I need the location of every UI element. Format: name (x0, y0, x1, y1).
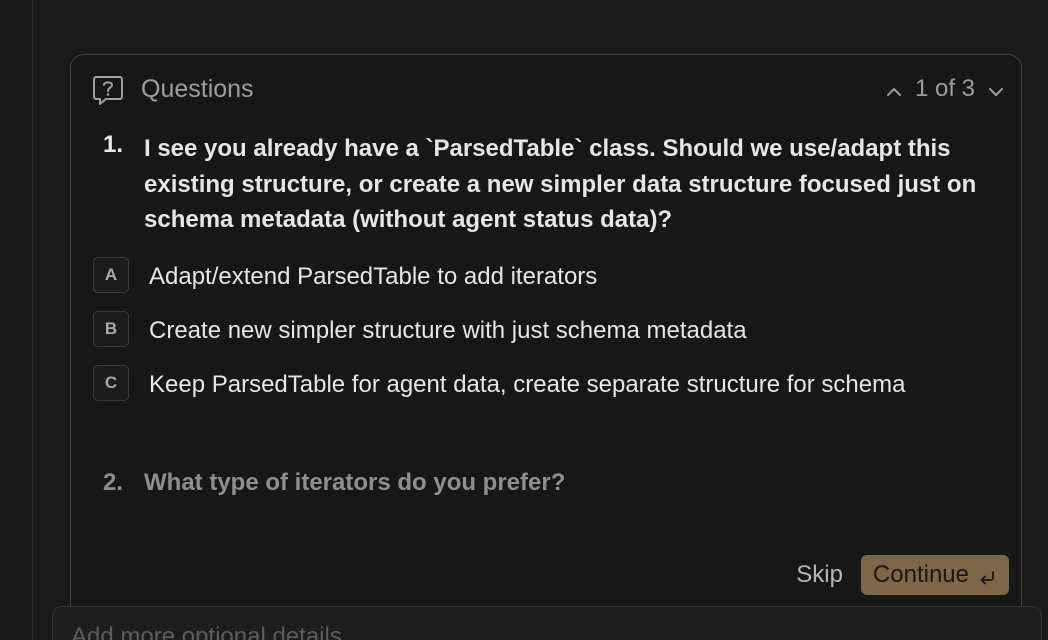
pager-label: 1 of 3 (914, 75, 975, 102)
option-text: Keep ParsedTable for agent data, create … (149, 371, 906, 398)
question-text: I see you already have a `ParsedTable` c… (144, 135, 977, 233)
optional-details-input[interactable]: Add more optional details (52, 606, 1042, 640)
question-2-number: 2. (103, 469, 124, 496)
skip-button[interactable]: Skip (792, 561, 847, 589)
question-2-text: What type of iterators do you prefer? (144, 469, 566, 496)
question-2-preview[interactable]: 2. What type of iterators do you prefer? (103, 469, 565, 497)
question-pager: 1 of 3 (885, 74, 1005, 104)
panel-title: Questions (141, 75, 254, 103)
option-key-badge: B (93, 311, 129, 347)
app-root: Questions 1 of 3 1. I see you already ha… (0, 0, 1048, 640)
option-key-badge: A (93, 257, 129, 293)
question-number: 1. (103, 131, 124, 158)
enter-key-icon (977, 566, 997, 585)
left-rail (0, 0, 33, 640)
details-placeholder: Add more optional details (71, 623, 342, 640)
continue-button[interactable]: Continue (860, 555, 1009, 595)
option-text: Create new simpler structure with just s… (149, 317, 747, 344)
question-bubble-icon (91, 73, 125, 107)
continue-label: Continue (872, 561, 969, 588)
option-text: Adapt/extend ParsedTable to add iterator… (149, 263, 598, 290)
questions-panel: Questions 1 of 3 1. I see you already ha… (70, 54, 1022, 640)
panel-header: Questions 1 of 3 (71, 55, 1021, 121)
chevron-up-icon[interactable] (885, 80, 903, 98)
chevron-down-icon[interactable] (987, 80, 1005, 98)
panel-footer: Skip Continue (792, 555, 1009, 595)
option-key-badge: C (93, 365, 129, 401)
